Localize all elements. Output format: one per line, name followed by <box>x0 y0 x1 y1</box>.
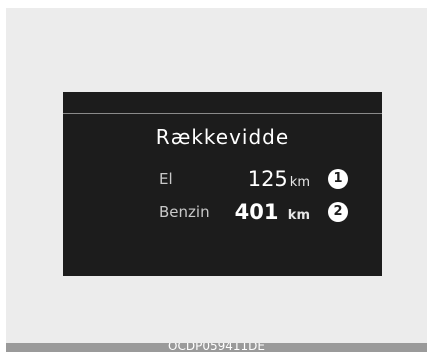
range-row-petrol: Benzin 401 km 2 <box>63 198 382 226</box>
caption-bar: OCDP059411DE <box>6 343 427 352</box>
range-unit-petrol: km <box>287 208 310 223</box>
callout-marker-2: 2 <box>328 202 348 222</box>
range-row-electric: El 125 km 1 <box>63 165 382 193</box>
display-top-divider <box>63 92 382 114</box>
range-title: Rækkevidde <box>155 125 290 149</box>
callout-marker-1: 1 <box>328 169 348 189</box>
cluster-display: Rækkevidde El 125 km 1 Benzin 401 km 2 <box>63 92 382 276</box>
figure-code: OCDP059411DE <box>168 343 265 352</box>
range-number-petrol: 401 <box>234 200 279 224</box>
range-number-electric: 125 <box>247 167 288 191</box>
range-label-petrol: Benzin <box>159 203 210 221</box>
range-unit-electric: km <box>289 175 310 190</box>
figure-frame: Rækkevidde El 125 km 1 Benzin 401 km 2 <box>6 8 427 344</box>
range-value-petrol: 401 km <box>235 198 310 230</box>
range-label-electric: El <box>159 170 173 188</box>
range-value-electric: 125 km <box>248 165 310 197</box>
